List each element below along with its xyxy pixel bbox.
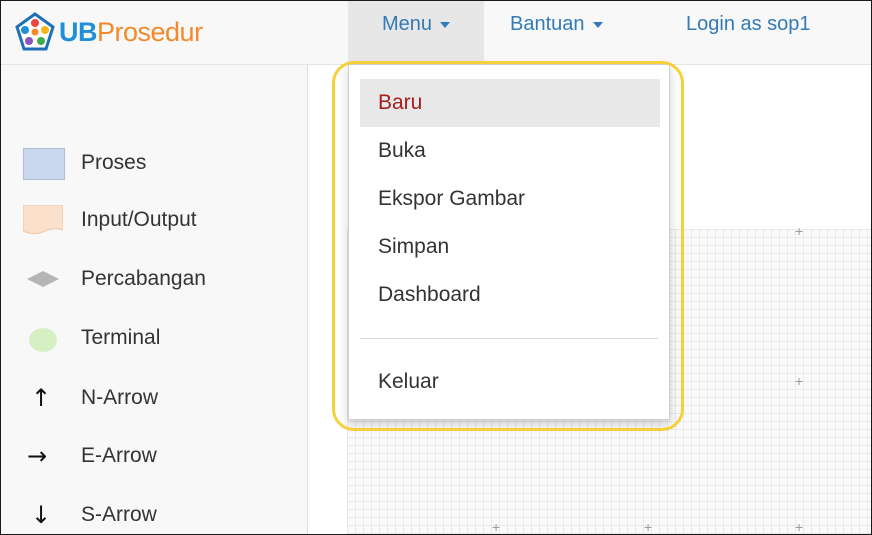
nav-login-link[interactable]: Login as sop1 bbox=[686, 1, 811, 64]
grid-marker-icon: + bbox=[795, 223, 804, 239]
caret-down-icon bbox=[592, 21, 603, 28]
menu-item-ekspor-gambar[interactable]: Ekspor Gambar bbox=[360, 175, 660, 223]
arrow-down-icon: ↓ bbox=[31, 501, 52, 529]
nav-menu-dropdown[interactable]: Menu bbox=[348, 1, 484, 64]
palette-item-label: Percabangan bbox=[81, 267, 206, 290]
nav-bantuan-dropdown[interactable]: Bantuan bbox=[510, 1, 603, 64]
top-navbar: UBProsedur Menu Bantuan Login as sop1 bbox=[1, 1, 871, 65]
app-window: UBProsedur Menu Bantuan Login as sop1 Pr… bbox=[0, 0, 872, 535]
brand[interactable]: UBProsedur bbox=[15, 10, 203, 54]
menu-item-baru[interactable]: Baru bbox=[360, 79, 660, 127]
decision-diamond-icon bbox=[27, 271, 59, 287]
io-shape-icon bbox=[23, 205, 63, 235]
menu-item-simpan[interactable]: Simpan bbox=[360, 223, 660, 271]
brand-name-ub: UB bbox=[59, 16, 98, 47]
grid-marker-icon: + bbox=[492, 519, 501, 535]
menu-dropdown-list: Baru Buka Ekspor Gambar Simpan Dashboard… bbox=[348, 64, 670, 420]
menu-item-keluar[interactable]: Keluar bbox=[360, 358, 660, 406]
process-shape-icon bbox=[23, 148, 65, 180]
arrow-up-icon: ↑ bbox=[31, 384, 52, 412]
arrow-right-icon: → bbox=[27, 442, 48, 470]
menu-divider bbox=[360, 338, 658, 339]
palette-item-label: Terminal bbox=[81, 326, 161, 349]
palette-item-label: Proses bbox=[81, 151, 147, 174]
nav-bantuan-label: Bantuan bbox=[510, 13, 585, 35]
brand-name-prosedur: Prosedur bbox=[97, 16, 203, 47]
grid-marker-icon: + bbox=[795, 373, 804, 389]
palette-item-label: E-Arrow bbox=[81, 444, 157, 467]
palette-item-label: Input/Output bbox=[81, 208, 197, 231]
caret-down-icon bbox=[440, 21, 451, 28]
palette-item-label: S-Arrow bbox=[81, 503, 157, 526]
grid-marker-icon: + bbox=[795, 519, 804, 535]
nav-menu-label: Menu bbox=[381, 13, 433, 35]
palette-item-label: N-Arrow bbox=[81, 386, 158, 409]
menu-item-buka[interactable]: Buka bbox=[360, 127, 660, 175]
terminal-ellipse-icon bbox=[29, 328, 57, 352]
menu-item-dashboard[interactable]: Dashboard bbox=[360, 271, 660, 319]
shape-palette-sidebar: Proses Input/Output Percabangan Terminal… bbox=[1, 65, 308, 534]
pentagon-logo-icon bbox=[15, 12, 55, 51]
grid-marker-icon: + bbox=[644, 519, 653, 535]
